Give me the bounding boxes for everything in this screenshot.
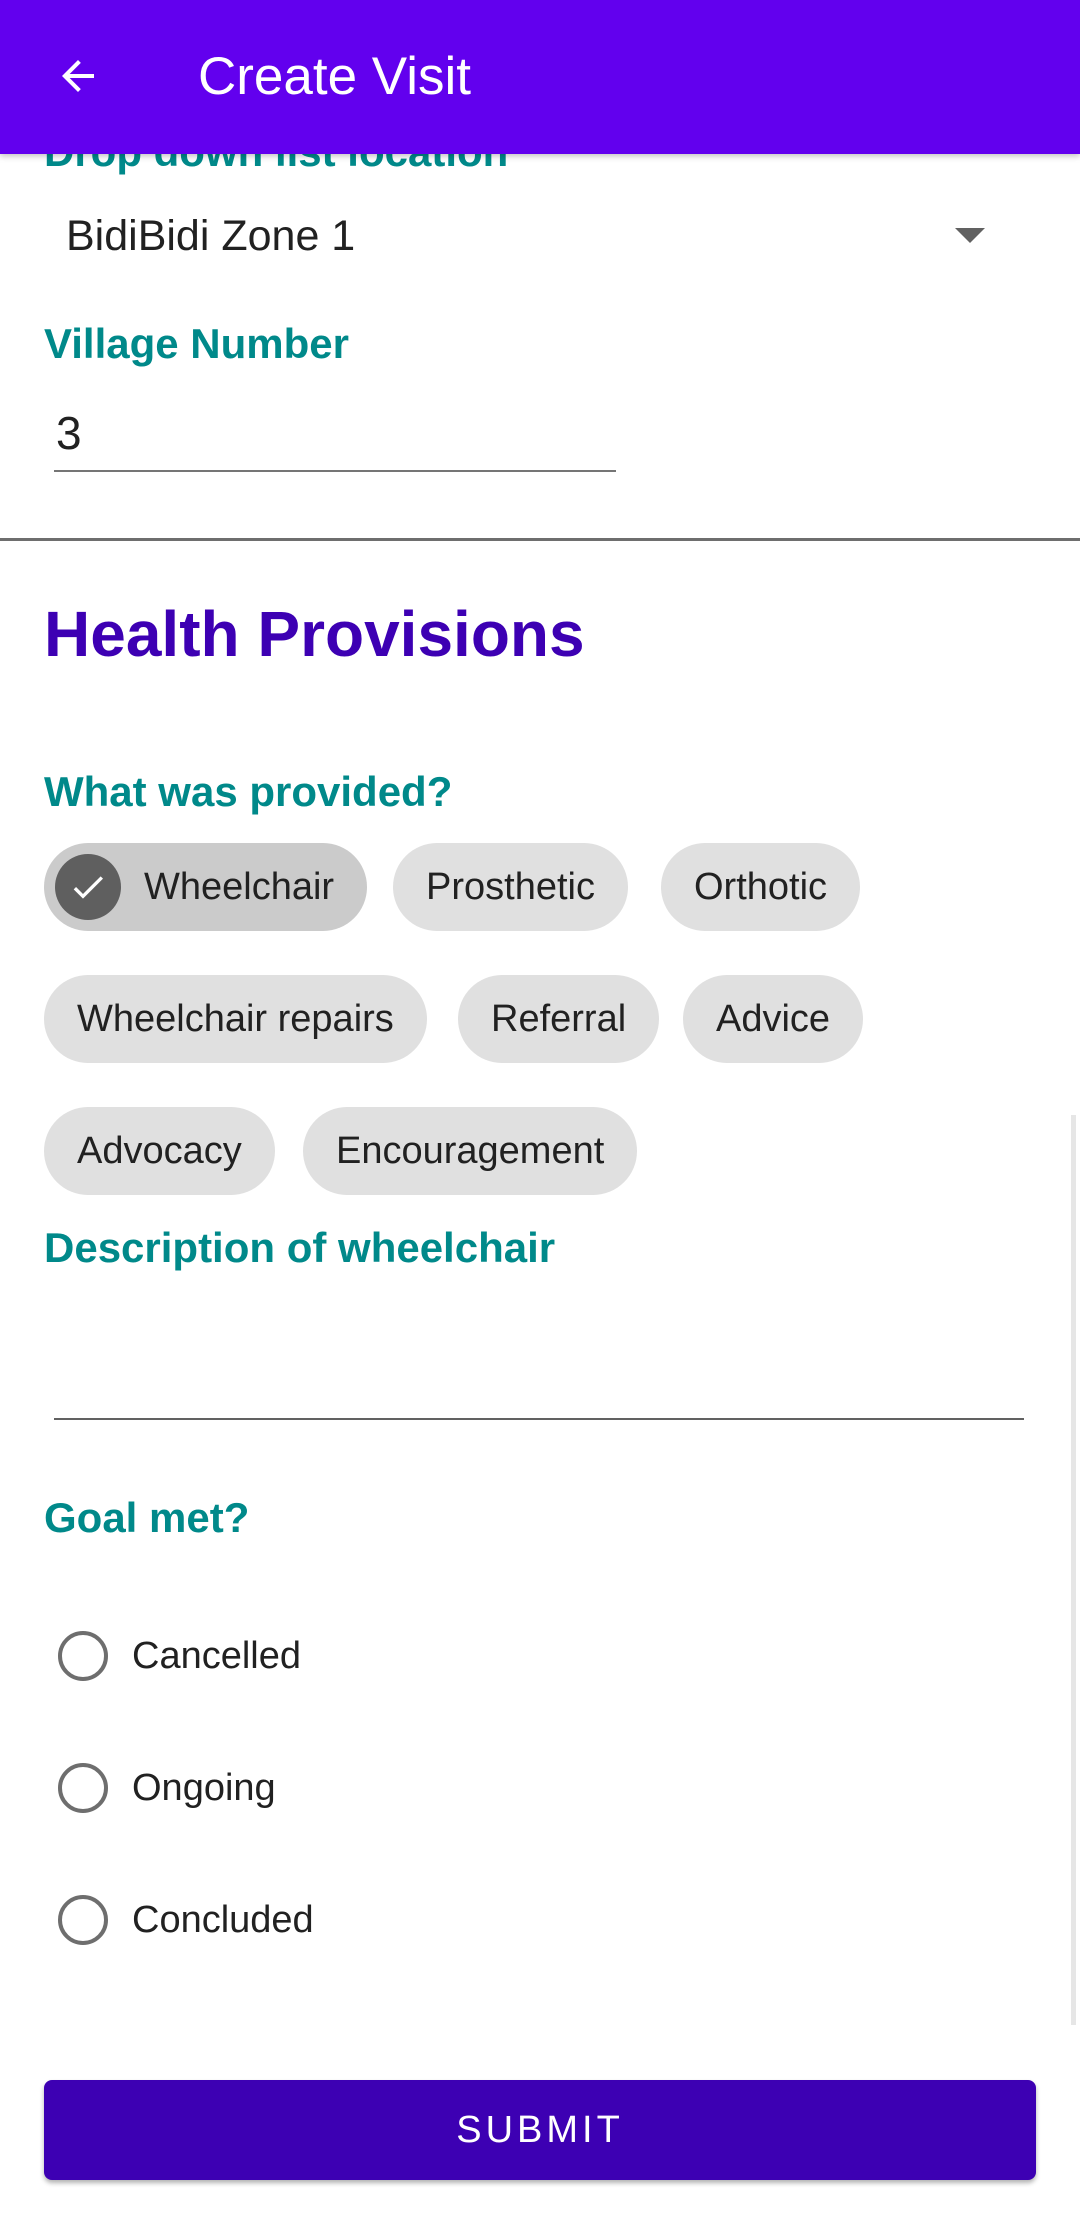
radio-label: Cancelled [132,1634,301,1677]
chip-encouragement[interactable]: Encouragement [303,1107,638,1195]
goal-met-label: Goal met? [44,1494,250,1541]
section-title-health-provisions: Health Provisions [44,598,585,670]
radio-button[interactable] [58,1895,108,1945]
chip-advocacy[interactable]: Advocacy [44,1107,275,1195]
page-title: Create Visit [198,47,471,106]
radio-concluded[interactable]: Concluded [58,1890,314,1950]
section-divider [0,538,1080,541]
app-bar: Create Visit [0,0,1080,154]
what-was-provided-label: What was provided? [44,768,453,815]
chip-wheelchair[interactable]: Wheelchair [44,843,368,931]
chip-label: Advocacy [77,1130,242,1172]
scrollbar[interactable] [1071,1115,1076,2025]
radio-cancelled[interactable]: Cancelled [58,1626,301,1686]
chip-prosthetic[interactable]: Prosthetic [393,843,628,931]
chip-label: Prosthetic [426,866,595,908]
chip-wheelchair-repairs[interactable]: Wheelchair repairs [44,975,427,1063]
radio-button[interactable] [58,1631,108,1681]
submit-button[interactable]: SUBMIT [44,2080,1036,2180]
radio-ongoing[interactable]: Ongoing [58,1758,276,1818]
description-label: Description of wheelchair [44,1224,556,1271]
chip-label: Advice [716,998,831,1040]
chip-advice[interactable]: Advice [683,975,864,1063]
radio-label: Concluded [132,1898,314,1941]
chip-referral[interactable]: Referral [458,975,660,1063]
chip-label: Wheelchair [144,866,335,908]
chip-label: Orthotic [694,866,828,908]
location-dropdown[interactable]: BidiBidi Zone 1 [66,210,355,262]
check-icon [55,854,121,920]
village-number-label: Village Number [44,320,349,367]
chip-label: Referral [491,998,627,1040]
radio-button[interactable] [58,1763,108,1813]
dropdown-arrow-icon[interactable] [955,228,985,243]
radio-label: Ongoing [132,1766,276,1809]
arrow-back-icon [54,52,102,105]
description-input[interactable] [54,1300,1024,1420]
back-button[interactable] [36,36,120,120]
chip-orthotic[interactable]: Orthotic [661,843,861,931]
village-number-input[interactable]: 3 [54,400,616,472]
chip-label: Encouragement [336,1130,605,1172]
chip-label: Wheelchair repairs [77,998,394,1040]
